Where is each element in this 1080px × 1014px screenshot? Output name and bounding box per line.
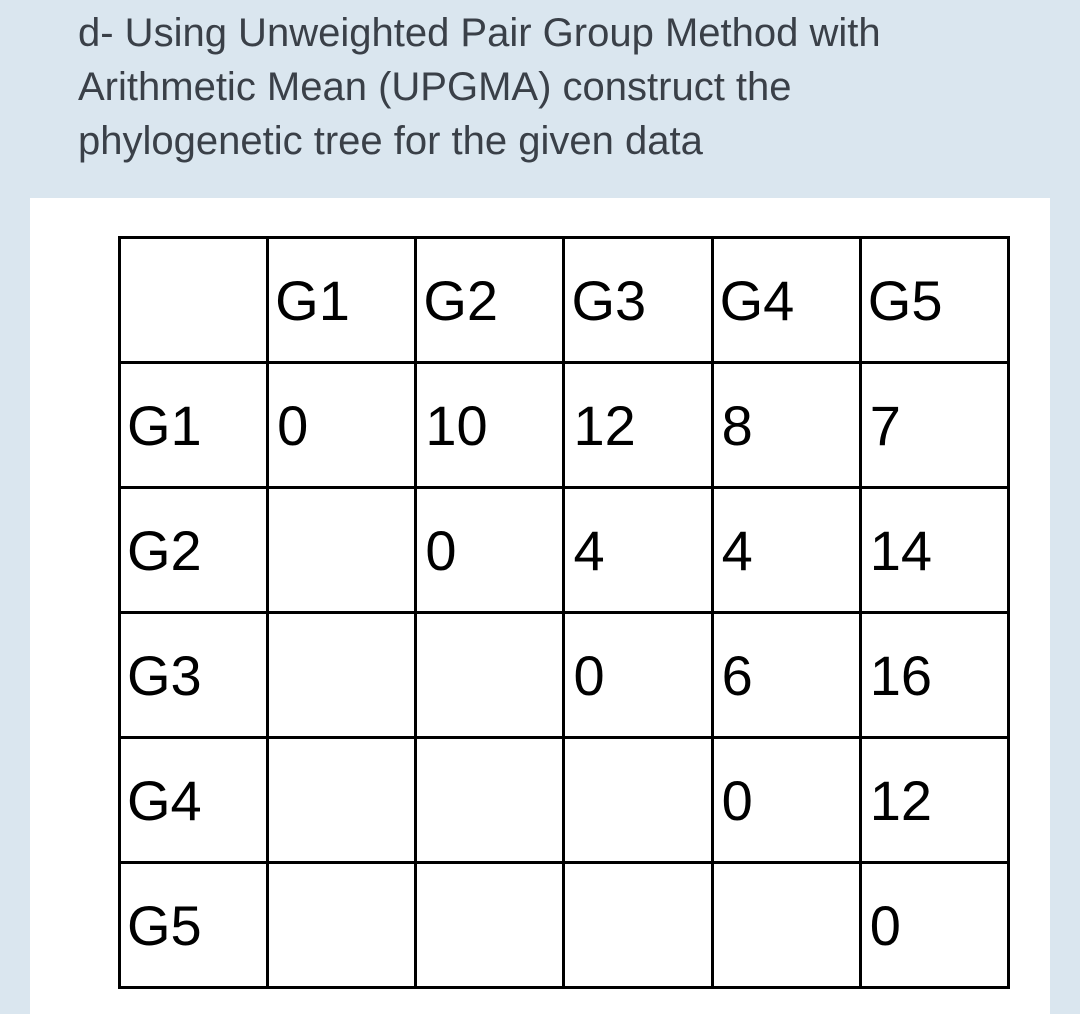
cell — [712, 863, 860, 988]
cell: 0 — [860, 863, 1008, 988]
cell — [416, 863, 564, 988]
header-empty — [120, 238, 268, 363]
cell: 0 — [268, 363, 416, 488]
cell: 0 — [416, 488, 564, 613]
cell — [416, 738, 564, 863]
row-label-g3: G3 — [120, 613, 268, 738]
header-g5: G5 — [860, 238, 1008, 363]
table-row: G5 0 — [120, 863, 1009, 988]
table-row: G2 0 4 4 14 — [120, 488, 1009, 613]
header-g1: G1 — [268, 238, 416, 363]
cell — [268, 488, 416, 613]
row-label-g4: G4 — [120, 738, 268, 863]
cell: 16 — [860, 613, 1008, 738]
cell: 4 — [564, 488, 712, 613]
cell: 10 — [416, 363, 564, 488]
cell: 12 — [564, 363, 712, 488]
cell: 0 — [564, 613, 712, 738]
row-label-g1: G1 — [120, 363, 268, 488]
cell — [268, 738, 416, 863]
table-row: G4 0 12 — [120, 738, 1009, 863]
cell: 6 — [712, 613, 860, 738]
cell: 8 — [712, 363, 860, 488]
table-row: G3 0 6 16 — [120, 613, 1009, 738]
table-container: G1 G2 G3 G4 G5 G1 0 10 12 8 7 G2 0 4 4 1… — [30, 198, 1050, 1014]
header-g4: G4 — [712, 238, 860, 363]
header-g3: G3 — [564, 238, 712, 363]
cell — [268, 863, 416, 988]
table-row: G1 0 10 12 8 7 — [120, 363, 1009, 488]
header-g2: G2 — [416, 238, 564, 363]
cell — [416, 613, 564, 738]
question-text: d- Using Unweighted Pair Group Method wi… — [0, 0, 1080, 198]
row-label-g5: G5 — [120, 863, 268, 988]
table-header-row: G1 G2 G3 G4 G5 — [120, 238, 1009, 363]
cell: 12 — [860, 738, 1008, 863]
cell: 0 — [712, 738, 860, 863]
cell — [564, 738, 712, 863]
cell: 7 — [860, 363, 1008, 488]
distance-matrix-table: G1 G2 G3 G4 G5 G1 0 10 12 8 7 G2 0 4 4 1… — [118, 236, 1010, 989]
cell: 14 — [860, 488, 1008, 613]
cell — [268, 613, 416, 738]
cell: 4 — [712, 488, 860, 613]
row-label-g2: G2 — [120, 488, 268, 613]
cell — [564, 863, 712, 988]
